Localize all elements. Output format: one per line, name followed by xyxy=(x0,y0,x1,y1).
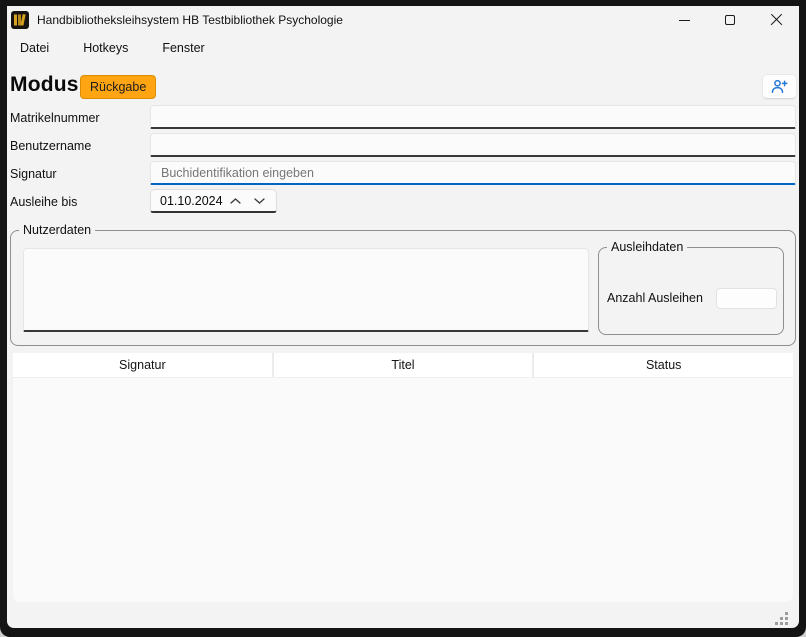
benutzername-label: Benutzername xyxy=(10,139,91,153)
menu-item-fenster[interactable]: Fenster xyxy=(160,38,206,58)
column-header-status[interactable]: Status xyxy=(534,353,793,377)
menu-bar: Datei Hotkeys Fenster xyxy=(7,36,207,60)
minimize-icon xyxy=(679,20,690,21)
column-header-signatur[interactable]: Signatur xyxy=(13,353,272,377)
title-bar: Handbibliotheksleihsystem HB Testbibliot… xyxy=(7,6,799,34)
close-button[interactable] xyxy=(753,6,799,34)
benutzername-input[interactable] xyxy=(150,133,796,157)
nutzerdaten-group-label: Nutzerdaten xyxy=(19,223,95,237)
matrikelnummer-input[interactable] xyxy=(150,105,796,129)
nutzerdaten-textarea[interactable] xyxy=(23,248,589,332)
menu-item-datei[interactable]: Datei xyxy=(18,38,51,58)
window-title: Handbibliotheksleihsystem HB Testbibliot… xyxy=(37,13,343,27)
ausleihdaten-group-label: Ausleihdaten xyxy=(607,240,687,254)
signatur-label: Signatur xyxy=(10,167,57,181)
ausleihe-bis-input[interactable] xyxy=(151,194,223,208)
window-controls xyxy=(661,6,799,34)
ausleihdaten-groupbox: Ausleihdaten Anzahl Ausleihen xyxy=(598,247,784,335)
maximize-button[interactable] xyxy=(707,6,753,34)
menu-item-hotkeys[interactable]: Hotkeys xyxy=(81,38,130,58)
chevron-down-icon xyxy=(254,198,265,204)
app-window: Handbibliotheksleihsystem HB Testbibliot… xyxy=(0,0,806,637)
spin-down-button[interactable] xyxy=(247,191,271,211)
spin-up-button[interactable] xyxy=(223,191,247,211)
column-header-titel[interactable]: Titel xyxy=(274,353,533,377)
chevron-up-icon xyxy=(230,198,241,204)
maximize-icon xyxy=(725,15,735,25)
mode-heading: Modus xyxy=(10,73,79,97)
ausleihe-bis-date-spinner xyxy=(150,189,277,213)
ausleihe-bis-label: Ausleihe bis xyxy=(10,195,77,209)
add-user-button[interactable] xyxy=(762,74,797,99)
close-icon xyxy=(770,14,783,27)
nutzerdaten-groupbox: Nutzerdaten Ausleihdaten Anzahl Ausleihe… xyxy=(10,230,796,346)
table-header-row: Signatur Titel Status xyxy=(13,353,793,377)
signatur-input[interactable] xyxy=(150,161,796,185)
library-books-icon xyxy=(11,11,29,29)
table-body-empty xyxy=(13,377,793,602)
matrikelnummer-label: Matrikelnummer xyxy=(10,111,100,125)
resize-grip[interactable] xyxy=(775,612,778,615)
person-add-icon xyxy=(771,79,788,94)
anzahl-ausleihen-label: Anzahl Ausleihen xyxy=(607,291,703,305)
minimize-button[interactable] xyxy=(661,6,707,34)
items-table: Signatur Titel Status xyxy=(13,353,793,602)
mode-badge-rueckgabe[interactable]: Rückgabe xyxy=(80,75,156,99)
anzahl-ausleihen-input[interactable] xyxy=(716,288,777,309)
